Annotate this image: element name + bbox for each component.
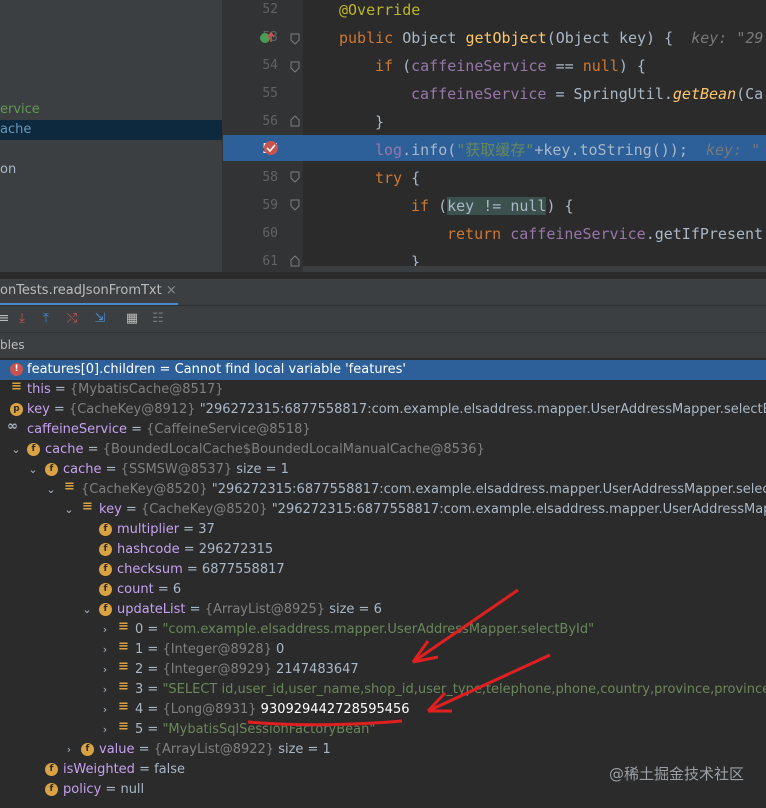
tree-item[interactable]: ervice bbox=[0, 100, 40, 120]
breakpoint-icon[interactable] bbox=[263, 140, 279, 156]
line-number: 58 bbox=[262, 170, 278, 185]
run-to-cursor-icon[interactable]: ⇲ bbox=[90, 309, 110, 329]
active-tab-indicator bbox=[0, 303, 178, 305]
debug-session-tab[interactable]: onTests.readJsonFromTxt × bbox=[0, 283, 177, 298]
project-tree-panel: ervice ache on bbox=[0, 0, 222, 272]
evaluate-expression-icon[interactable]: ▦ bbox=[122, 309, 142, 329]
horizontal-scrollbar[interactable] bbox=[303, 266, 766, 272]
line-number: 61 bbox=[262, 254, 278, 269]
watermark: @稀土掘金技术社区 bbox=[608, 765, 744, 783]
line-number: 52 bbox=[262, 2, 278, 17]
step-out-icon[interactable]: ⤒ bbox=[36, 309, 56, 329]
debug-session-tabs: onTests.readJsonFromTxt × bbox=[0, 279, 766, 306]
code-line-58: try { bbox=[375, 169, 421, 187]
red-annotation-arrows bbox=[247, 588, 551, 727]
fold-marker-icon[interactable] bbox=[290, 199, 300, 211]
inline-value-hint: key: "29 bbox=[691, 29, 764, 47]
fold-marker-icon[interactable] bbox=[290, 255, 300, 267]
code-line-53: public Object getObject(Object key) { ke… bbox=[339, 29, 764, 47]
fold-marker-icon[interactable] bbox=[290, 171, 300, 183]
fold-marker-icon[interactable] bbox=[290, 61, 300, 73]
fold-marker-icon[interactable] bbox=[290, 115, 300, 127]
code-line-59: if (key != null) { bbox=[411, 197, 574, 215]
code-line-56: } bbox=[375, 113, 385, 131]
step-into-icon[interactable]: ⤓ bbox=[12, 309, 32, 329]
close-icon[interactable]: × bbox=[166, 283, 177, 298]
tree-item-label: on bbox=[0, 162, 17, 177]
editor-gutter: 52 53 54 55 56 57 58 59 60 61 bbox=[223, 0, 303, 272]
code-line-57: log.info("获取缓存"+key.toString()); key: " bbox=[375, 141, 761, 159]
line-number: 54 bbox=[262, 58, 278, 73]
tree-item-label: ervice bbox=[0, 102, 40, 117]
tree-item-label: ache bbox=[0, 122, 32, 137]
variables-tree[interactable]: ! features[0].children = Cannot find loc… bbox=[0, 359, 766, 808]
code-editor[interactable]: @Override public Object getObject(Object… bbox=[303, 0, 766, 272]
drop-frame-icon[interactable]: ⤭ bbox=[62, 309, 82, 329]
tree-item[interactable]: on bbox=[0, 160, 16, 180]
trace-stream-icon[interactable]: ☷ bbox=[148, 309, 168, 329]
code-line-55: caffeineService = SpringUtil.getBean(Ca bbox=[411, 85, 764, 103]
line-number: 59 bbox=[262, 198, 278, 213]
code-line-60: return caffeineService.getIfPresent( bbox=[447, 225, 766, 243]
debugger-toolbar: ≡ ⤓ ⤒ ⤭ ⇲ ▦ ☷ bbox=[0, 306, 766, 333]
code-line-54: if (caffeineService == null) { bbox=[375, 57, 646, 75]
line-number: 55 bbox=[262, 86, 278, 101]
line-number: 56 bbox=[262, 114, 278, 129]
code-line-52: @Override bbox=[339, 1, 421, 19]
line-number: 60 bbox=[262, 226, 278, 241]
inline-value-hint: key: " bbox=[705, 141, 761, 159]
override-method-icon[interactable] bbox=[259, 31, 275, 45]
fold-marker-icon[interactable] bbox=[290, 33, 300, 45]
variables-header: bles bbox=[0, 333, 766, 358]
tree-item-selected[interactable]: ache bbox=[0, 120, 222, 140]
